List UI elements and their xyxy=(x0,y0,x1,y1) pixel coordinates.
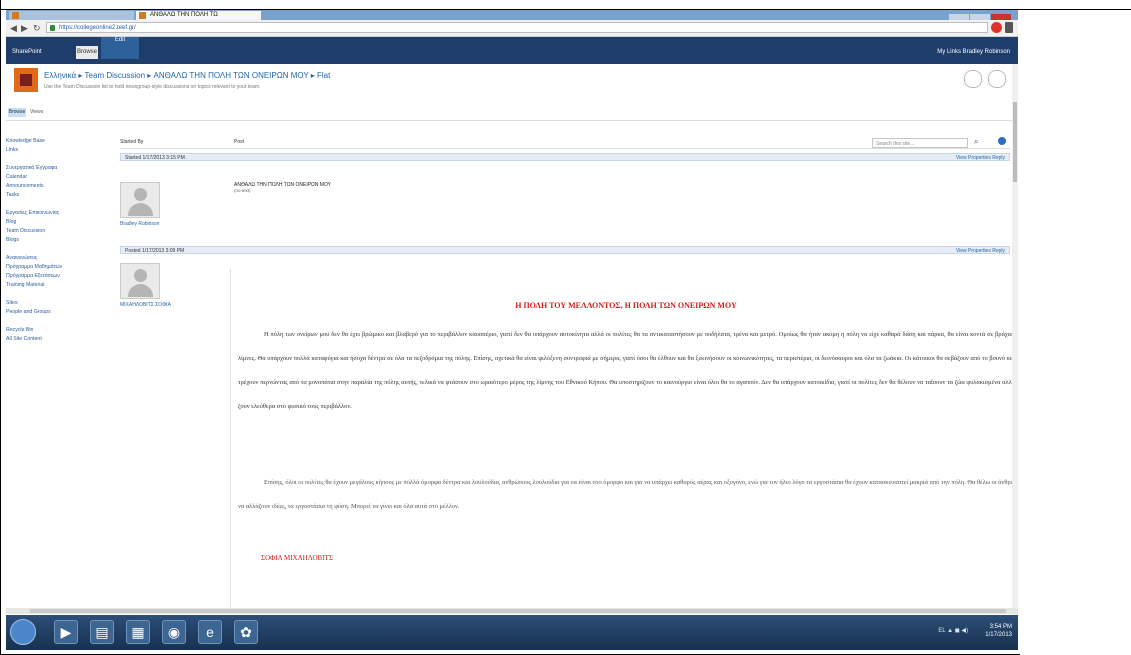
col-post[interactable]: Post xyxy=(234,139,244,145)
article-paragraph-2: Επίσης, όλοι οι πολίτες θα έχουν μεγάλου… xyxy=(238,479,1018,510)
sidebar-item[interactable]: Announcements xyxy=(6,183,106,189)
vertical-scrollbar[interactable] xyxy=(1012,64,1018,619)
opera-icon[interactable] xyxy=(991,22,1002,33)
sidebar-item[interactable]: Ανακοινώσεις xyxy=(6,255,106,261)
browser-tab-1[interactable] xyxy=(9,11,134,20)
chrome-icon[interactable]: ◉ xyxy=(162,620,186,644)
post-1-body: (no text) xyxy=(234,188,251,193)
browser-tab-strip: ΑΝΘΑΛΩ ΤΗΝ ΠΟΛΗ ΤΩ xyxy=(6,10,1018,23)
browser-tab-2-label: ΑΝΘΑΛΩ ΤΗΝ ΠΟΛΗ ΤΩ xyxy=(150,12,218,18)
page-tools-tab[interactable]: Edit xyxy=(101,37,139,59)
sidebar-item[interactable]: Πρόγραμμα Μαθημάτων xyxy=(6,264,106,270)
sidebar-item[interactable]: Blogs xyxy=(6,237,106,243)
internet-explorer-icon[interactable]: e xyxy=(198,620,222,644)
sidebar-item[interactable]: Knowledge Base xyxy=(6,138,106,144)
forward-arrow-icon[interactable]: ▶ xyxy=(21,23,28,33)
calendar-app-icon[interactable]: ▦ xyxy=(126,620,150,644)
browse-tab[interactable]: Browse xyxy=(76,46,98,59)
menu-icon[interactable] xyxy=(1005,22,1013,33)
sidebar-item[interactable]: Recycle Bin xyxy=(6,327,106,333)
taskbar-clock[interactable]: 3:54 PM 1/17/2013 xyxy=(985,623,1012,639)
col-started-by[interactable]: Started By xyxy=(120,139,143,145)
tags-notes-icon[interactable] xyxy=(988,70,1006,88)
horizontal-scroll-thumb[interactable] xyxy=(30,609,1006,613)
post-1-actions[interactable]: View Properties Reply xyxy=(956,154,1005,162)
back-arrow-icon[interactable]: ◀ xyxy=(10,23,17,33)
app-icon[interactable]: ✿ xyxy=(234,620,258,644)
column-header-row: Started By Post xyxy=(120,139,1010,149)
sidebar-item[interactable]: Team Discussion xyxy=(6,228,106,234)
sidebar-item[interactable]: People and Groups xyxy=(6,309,106,315)
sidebar-item[interactable]: Blog xyxy=(6,219,106,225)
site-header: Ελληνικά ▸ Team Discussion ▸ ΑΝΘΑΛΩ ΤΗΝ … xyxy=(6,64,1018,106)
post-2-article: Η ΠΟΛΗ ΤΟΥ ΜΕΛΛΟΝΤΟΣ, Η ΠΟΛΗ ΤΩΝ ΟΝΕΙΡΩΝ… xyxy=(230,269,1018,610)
window-controls xyxy=(948,10,1014,23)
post-1-header: Started 1/17/2013 3:15 PM View Propertie… xyxy=(120,153,1010,161)
media-player-icon[interactable]: ▶ xyxy=(54,620,78,644)
post-1-date: Started 1/17/2013 3:15 PM xyxy=(125,155,185,161)
url-text: https://collegeonline2.teef.gr/ xyxy=(59,25,136,31)
sidebar-item[interactable]: Links xyxy=(6,147,106,153)
post-2-header: Posted 1/17/2013 3:09 PM View Properties… xyxy=(120,246,1010,254)
windows-taskbar: ▶ ▤ ▦ ◉ e ✿ EL ▲ ◼ ◀) 3:54 PM 1/17/2013 xyxy=(6,615,1018,650)
horizontal-scrollbar[interactable] xyxy=(6,608,1018,614)
header-icons xyxy=(958,70,1008,93)
sidebar-item[interactable]: Πρόγραμμα Εξετάσεων xyxy=(6,273,106,279)
clock-time: 3:54 PM xyxy=(989,624,1012,630)
post-2-actions[interactable]: View Properties Reply xyxy=(956,247,1005,255)
user-menu[interactable]: My Links Bradley Robinson xyxy=(937,49,1010,55)
start-button[interactable] xyxy=(10,619,36,645)
ribbon-browse-tab[interactable]: Browse xyxy=(8,108,26,117)
post-1-author[interactable]: Bradley Robinson xyxy=(120,221,159,227)
vertical-scroll-thumb[interactable] xyxy=(1013,102,1017,182)
url-input[interactable]: https://collegeonline2.teef.gr/ xyxy=(46,22,988,33)
sidebar-item[interactable]: Sites xyxy=(6,300,106,306)
avatar xyxy=(120,263,160,299)
lock-icon xyxy=(50,25,55,31)
avatar xyxy=(120,182,160,218)
article-paragraph-1: Η πόλη των ονείρων μου δεν θα έχει βρώμι… xyxy=(238,331,1018,410)
reload-icon[interactable]: ↻ xyxy=(33,23,41,33)
suite-site-actions[interactable]: SharePoint xyxy=(12,49,42,55)
site-description: Use the Team Discussion list to hold new… xyxy=(44,84,261,90)
page-tools-label: Edit xyxy=(114,37,126,43)
post-2-author[interactable]: ΜΙΧΑΗΛΟΒΙΤΣ ΣΟΦΙΑ xyxy=(120,302,171,308)
quick-launch-nav: Knowledge Base Links Συνεργατικά Έγγραφα Ca… xyxy=(6,138,106,498)
sidebar-item[interactable]: Συνεργατικά Έγγραφα xyxy=(6,165,106,171)
ribbon-views-tab[interactable]: Views xyxy=(30,109,43,115)
ribbon-bar: Browse Views xyxy=(6,106,1018,121)
suite-bar: SharePoint Browse Edit My Links Bradley … xyxy=(6,37,1018,64)
tab-favicon-icon xyxy=(139,12,146,19)
article-author: ΣΟΦΙΑ ΜΙΧΑΗΛΟΒΙΤΣ xyxy=(261,554,333,562)
sidebar-item[interactable]: Εργασίες Επικοινωνίας xyxy=(6,210,106,216)
sidebar-item[interactable]: Calendar xyxy=(6,174,106,180)
post-2-date: Posted 1/17/2013 3:09 PM xyxy=(125,248,185,254)
sidebar-item[interactable]: All Site Content xyxy=(6,336,106,342)
address-bar-row: ◀ ▶ ↻ https://collegeonline2.teef.gr/ xyxy=(6,20,1018,37)
system-tray[interactable]: EL ▲ ◼ ◀) xyxy=(938,627,968,634)
like-icon[interactable] xyxy=(964,70,982,88)
tab-favicon-icon xyxy=(12,12,19,19)
desktop-screen: ΑΝΘΑΛΩ ΤΗΝ ΠΟΛΗ ΤΩ ◀ ▶ ↻ https://college… xyxy=(6,10,1018,650)
sidebar-item[interactable]: Tasks xyxy=(6,192,106,198)
browser-tab-2[interactable]: ΑΝΘΑΛΩ ΤΗΝ ΠΟΛΗ ΤΩ xyxy=(136,11,261,20)
site-logo[interactable] xyxy=(14,68,38,92)
sidebar-item[interactable]: Training Material xyxy=(6,282,106,288)
breadcrumb[interactable]: Ελληνικά ▸ Team Discussion ▸ ΑΝΘΑΛΩ ΤΗΝ … xyxy=(44,71,330,80)
article-title: Η ΠΟΛΗ ΤΟΥ ΜΕΛΛΟΝΤΟΣ, Η ΠΟΛΗ ΤΩΝ ΟΝΕΙΡΩΝ… xyxy=(515,301,737,310)
file-explorer-icon[interactable]: ▤ xyxy=(90,620,114,644)
clock-date: 1/17/2013 xyxy=(985,632,1012,638)
